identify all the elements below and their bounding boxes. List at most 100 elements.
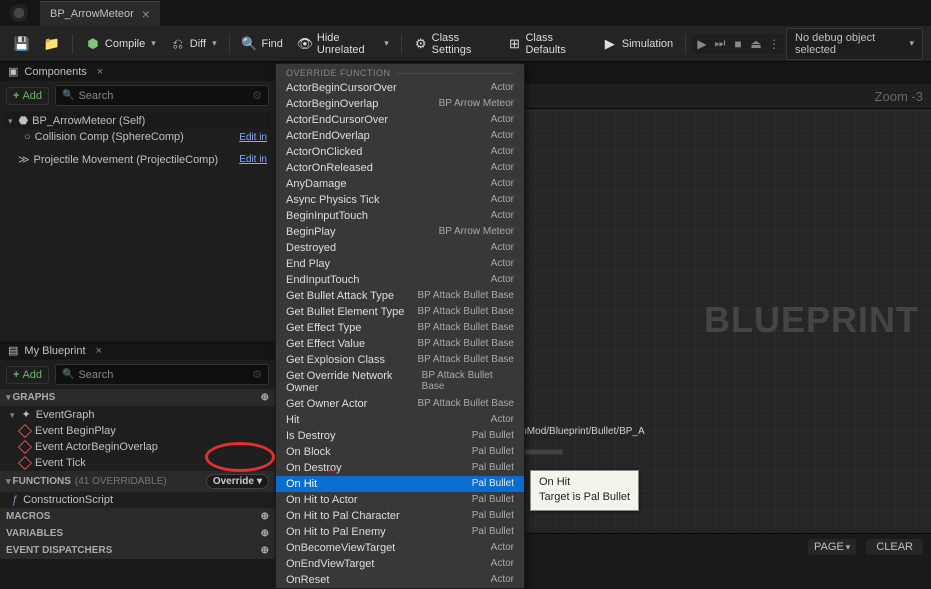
override-item-label: AnyDamage	[286, 178, 347, 190]
diff-button[interactable]: ⎌Diff	[164, 32, 223, 56]
override-item-label: End Play	[286, 258, 330, 270]
add-macro-button[interactable]: ⊕	[261, 511, 269, 522]
override-item-on-destroy[interactable]: On DestroyPal Bullet	[276, 460, 524, 476]
sphere-icon: ○	[24, 131, 31, 143]
override-item-on-hit-to-actor[interactable]: On Hit to ActorPal Bullet	[276, 492, 524, 508]
edit-link[interactable]: Edit in	[239, 154, 267, 165]
override-item-beginplay[interactable]: BeginPlayBP Arrow Meteor	[276, 224, 524, 240]
override-item-end-play[interactable]: End PlayActor	[276, 256, 524, 272]
section-label: VARIABLES	[6, 528, 63, 539]
event-beginplay[interactable]: Event BeginPlay	[0, 423, 275, 439]
simulation-button[interactable]: ▶Simulation	[596, 32, 679, 56]
override-item-label: Hit	[286, 414, 299, 426]
add-component-button[interactable]: Add	[6, 87, 49, 105]
play-button[interactable]: ▶	[694, 36, 710, 52]
variables-section[interactable]: VARIABLES ⊕	[0, 525, 275, 542]
macros-section[interactable]: MACROS⊕	[0, 508, 275, 525]
component-projectile[interactable]: ≫Projectile Movement (ProjectileComp)Edi…	[4, 151, 271, 168]
override-item-class: Actor	[491, 558, 514, 570]
hide-unrelated-button[interactable]: 👁Hide Unrelated	[291, 28, 395, 60]
gear-icon[interactable]: ⚙	[252, 89, 262, 102]
override-item-on-hit-to-pal-character[interactable]: On Hit to Pal CharacterPal Bullet	[276, 508, 524, 524]
compile-button[interactable]: ⬢Compile	[79, 32, 162, 56]
components-header[interactable]: ▣ Components ×	[0, 62, 275, 81]
browse-button[interactable]: 📁	[38, 32, 66, 56]
override-item-on-block[interactable]: On BlockPal Bullet	[276, 444, 524, 460]
override-button[interactable]: Override▾	[206, 474, 269, 489]
event-actorbeginoverlap[interactable]: Event ActorBeginOverlap	[0, 439, 275, 455]
toolbar: 💾 📁 ⬢Compile ⎌Diff 🔍Find 👁Hide Unrelated…	[0, 26, 931, 62]
override-item-actorendoverlap[interactable]: ActorEndOverlapActor	[276, 128, 524, 144]
override-item-get-override-network-owner[interactable]: Get Override Network OwnerBP Attack Bull…	[276, 368, 524, 396]
skip-button[interactable]: ⏭	[712, 36, 728, 52]
construction-script[interactable]: ƒConstructionScript	[0, 492, 275, 508]
override-item-destroyed[interactable]: DestroyedActor	[276, 240, 524, 256]
add-graph-button[interactable]: ⊕	[261, 392, 269, 403]
close-icon[interactable]: ×	[97, 66, 103, 78]
close-icon[interactable]: ×	[96, 345, 102, 357]
add-dispatcher-button[interactable]: ⊕	[261, 545, 269, 556]
functions-count: (41 OVERRIDABLE)	[75, 476, 167, 487]
compile-label: Compile	[105, 38, 145, 50]
myblueprint-header[interactable]: ▤ My Blueprint ×	[0, 341, 275, 360]
override-item-label: Destroyed	[286, 242, 336, 254]
override-item-onreset[interactable]: OnResetActor	[276, 572, 524, 588]
file-tab[interactable]: BP_ArrowMeteor ×	[40, 1, 160, 26]
debug-object-selector[interactable]: No debug object selected	[786, 28, 923, 60]
play-controls: ▶ ⏭ ■ ⏏ ⋮	[692, 34, 784, 54]
override-item-class: Actor	[491, 162, 514, 174]
page-selector[interactable]: PAGE	[808, 539, 856, 555]
file-tab-label: BP_ArrowMeteor	[50, 8, 134, 20]
class-settings-button[interactable]: ⚙Class Settings	[408, 28, 500, 60]
override-item-label: On Hit to Pal Character	[286, 510, 400, 522]
eject-button[interactable]: ⏏	[748, 36, 764, 52]
override-item-actorbeginoverlap[interactable]: ActorBeginOverlapBP Arrow Meteor	[276, 96, 524, 112]
override-item-class: Actor	[491, 542, 514, 554]
functions-section[interactable]: FUNCTIONS (41 OVERRIDABLE) Override▾	[0, 471, 275, 492]
component-collision[interactable]: ○Collision Comp (SphereComp)Edit in	[4, 129, 271, 145]
event-icon	[18, 424, 32, 438]
dispatchers-section[interactable]: EVENT DISPATCHERS⊕	[0, 542, 275, 559]
add-variable-button[interactable]: ⊕	[261, 528, 269, 539]
clear-button[interactable]: CLEAR	[866, 539, 923, 555]
stop-button[interactable]: ■	[730, 36, 746, 52]
override-item-get-owner-actor[interactable]: Get Owner ActorBP Attack Bullet Base	[276, 396, 524, 412]
override-item-hit[interactable]: HitActor	[276, 412, 524, 428]
add-blueprint-button[interactable]: Add	[6, 366, 49, 384]
override-item-get-bullet-attack-type[interactable]: Get Bullet Attack TypeBP Attack Bullet B…	[276, 288, 524, 304]
myblueprint-search[interactable]: Search⚙	[55, 364, 269, 385]
component-root[interactable]: ⬣BP_ArrowMeteor (Self)	[4, 112, 271, 129]
close-icon[interactable]: ×	[142, 6, 150, 22]
override-item-on-hit-to-pal-enemy[interactable]: On Hit to Pal EnemyPal Bullet	[276, 524, 524, 540]
override-item-async-physics-tick[interactable]: Async Physics TickActor	[276, 192, 524, 208]
graphs-section[interactable]: GRAPHS⊕	[0, 389, 275, 406]
override-item-onbecomeviewtarget[interactable]: OnBecomeViewTargetActor	[276, 540, 524, 556]
override-item-get-effect-value[interactable]: Get Effect ValueBP Attack Bullet Base	[276, 336, 524, 352]
override-item-get-bullet-element-type[interactable]: Get Bullet Element TypeBP Attack Bullet …	[276, 304, 524, 320]
override-item-class: BP Attack Bullet Base	[417, 354, 514, 366]
event-tick[interactable]: Event Tick	[0, 455, 275, 471]
override-item-is-destroy[interactable]: Is DestroyPal Bullet	[276, 428, 524, 444]
save-button[interactable]: 💾	[8, 32, 36, 56]
edit-link[interactable]: Edit in	[239, 132, 267, 143]
event-graph-item[interactable]: ✦EventGraph	[0, 406, 275, 423]
override-item-actoronclicked[interactable]: ActorOnClickedActor	[276, 144, 524, 160]
override-item-get-effect-type[interactable]: Get Effect TypeBP Attack Bullet Base	[276, 320, 524, 336]
override-item-label: Get Bullet Element Type	[286, 306, 404, 318]
override-item-endinputtouch[interactable]: EndInputTouchActor	[276, 272, 524, 288]
override-item-actorbegincursorover[interactable]: ActorBeginCursorOverActor	[276, 80, 524, 96]
override-item-on-hit[interactable]: On HitPal Bullet	[276, 476, 524, 492]
class-defaults-button[interactable]: ⊞Class Defaults	[501, 28, 593, 60]
override-item-get-explosion-class[interactable]: Get Explosion ClassBP Attack Bullet Base	[276, 352, 524, 368]
find-button[interactable]: 🔍Find	[236, 32, 289, 56]
gear-icon[interactable]: ⚙	[252, 368, 262, 381]
clear-label: CLEAR	[876, 541, 913, 553]
override-item-begininputtouch[interactable]: BeginInputTouchActor	[276, 208, 524, 224]
override-item-onendviewtarget[interactable]: OnEndViewTargetActor	[276, 556, 524, 572]
override-item-anydamage[interactable]: AnyDamageActor	[276, 176, 524, 192]
play-options-button[interactable]: ⋮	[766, 36, 782, 52]
override-item-actoronreleased[interactable]: ActorOnReleasedActor	[276, 160, 524, 176]
override-item-label: On Hit	[286, 478, 317, 490]
override-item-actorendcursorover[interactable]: ActorEndCursorOverActor	[276, 112, 524, 128]
components-search[interactable]: Search⚙	[55, 85, 269, 106]
